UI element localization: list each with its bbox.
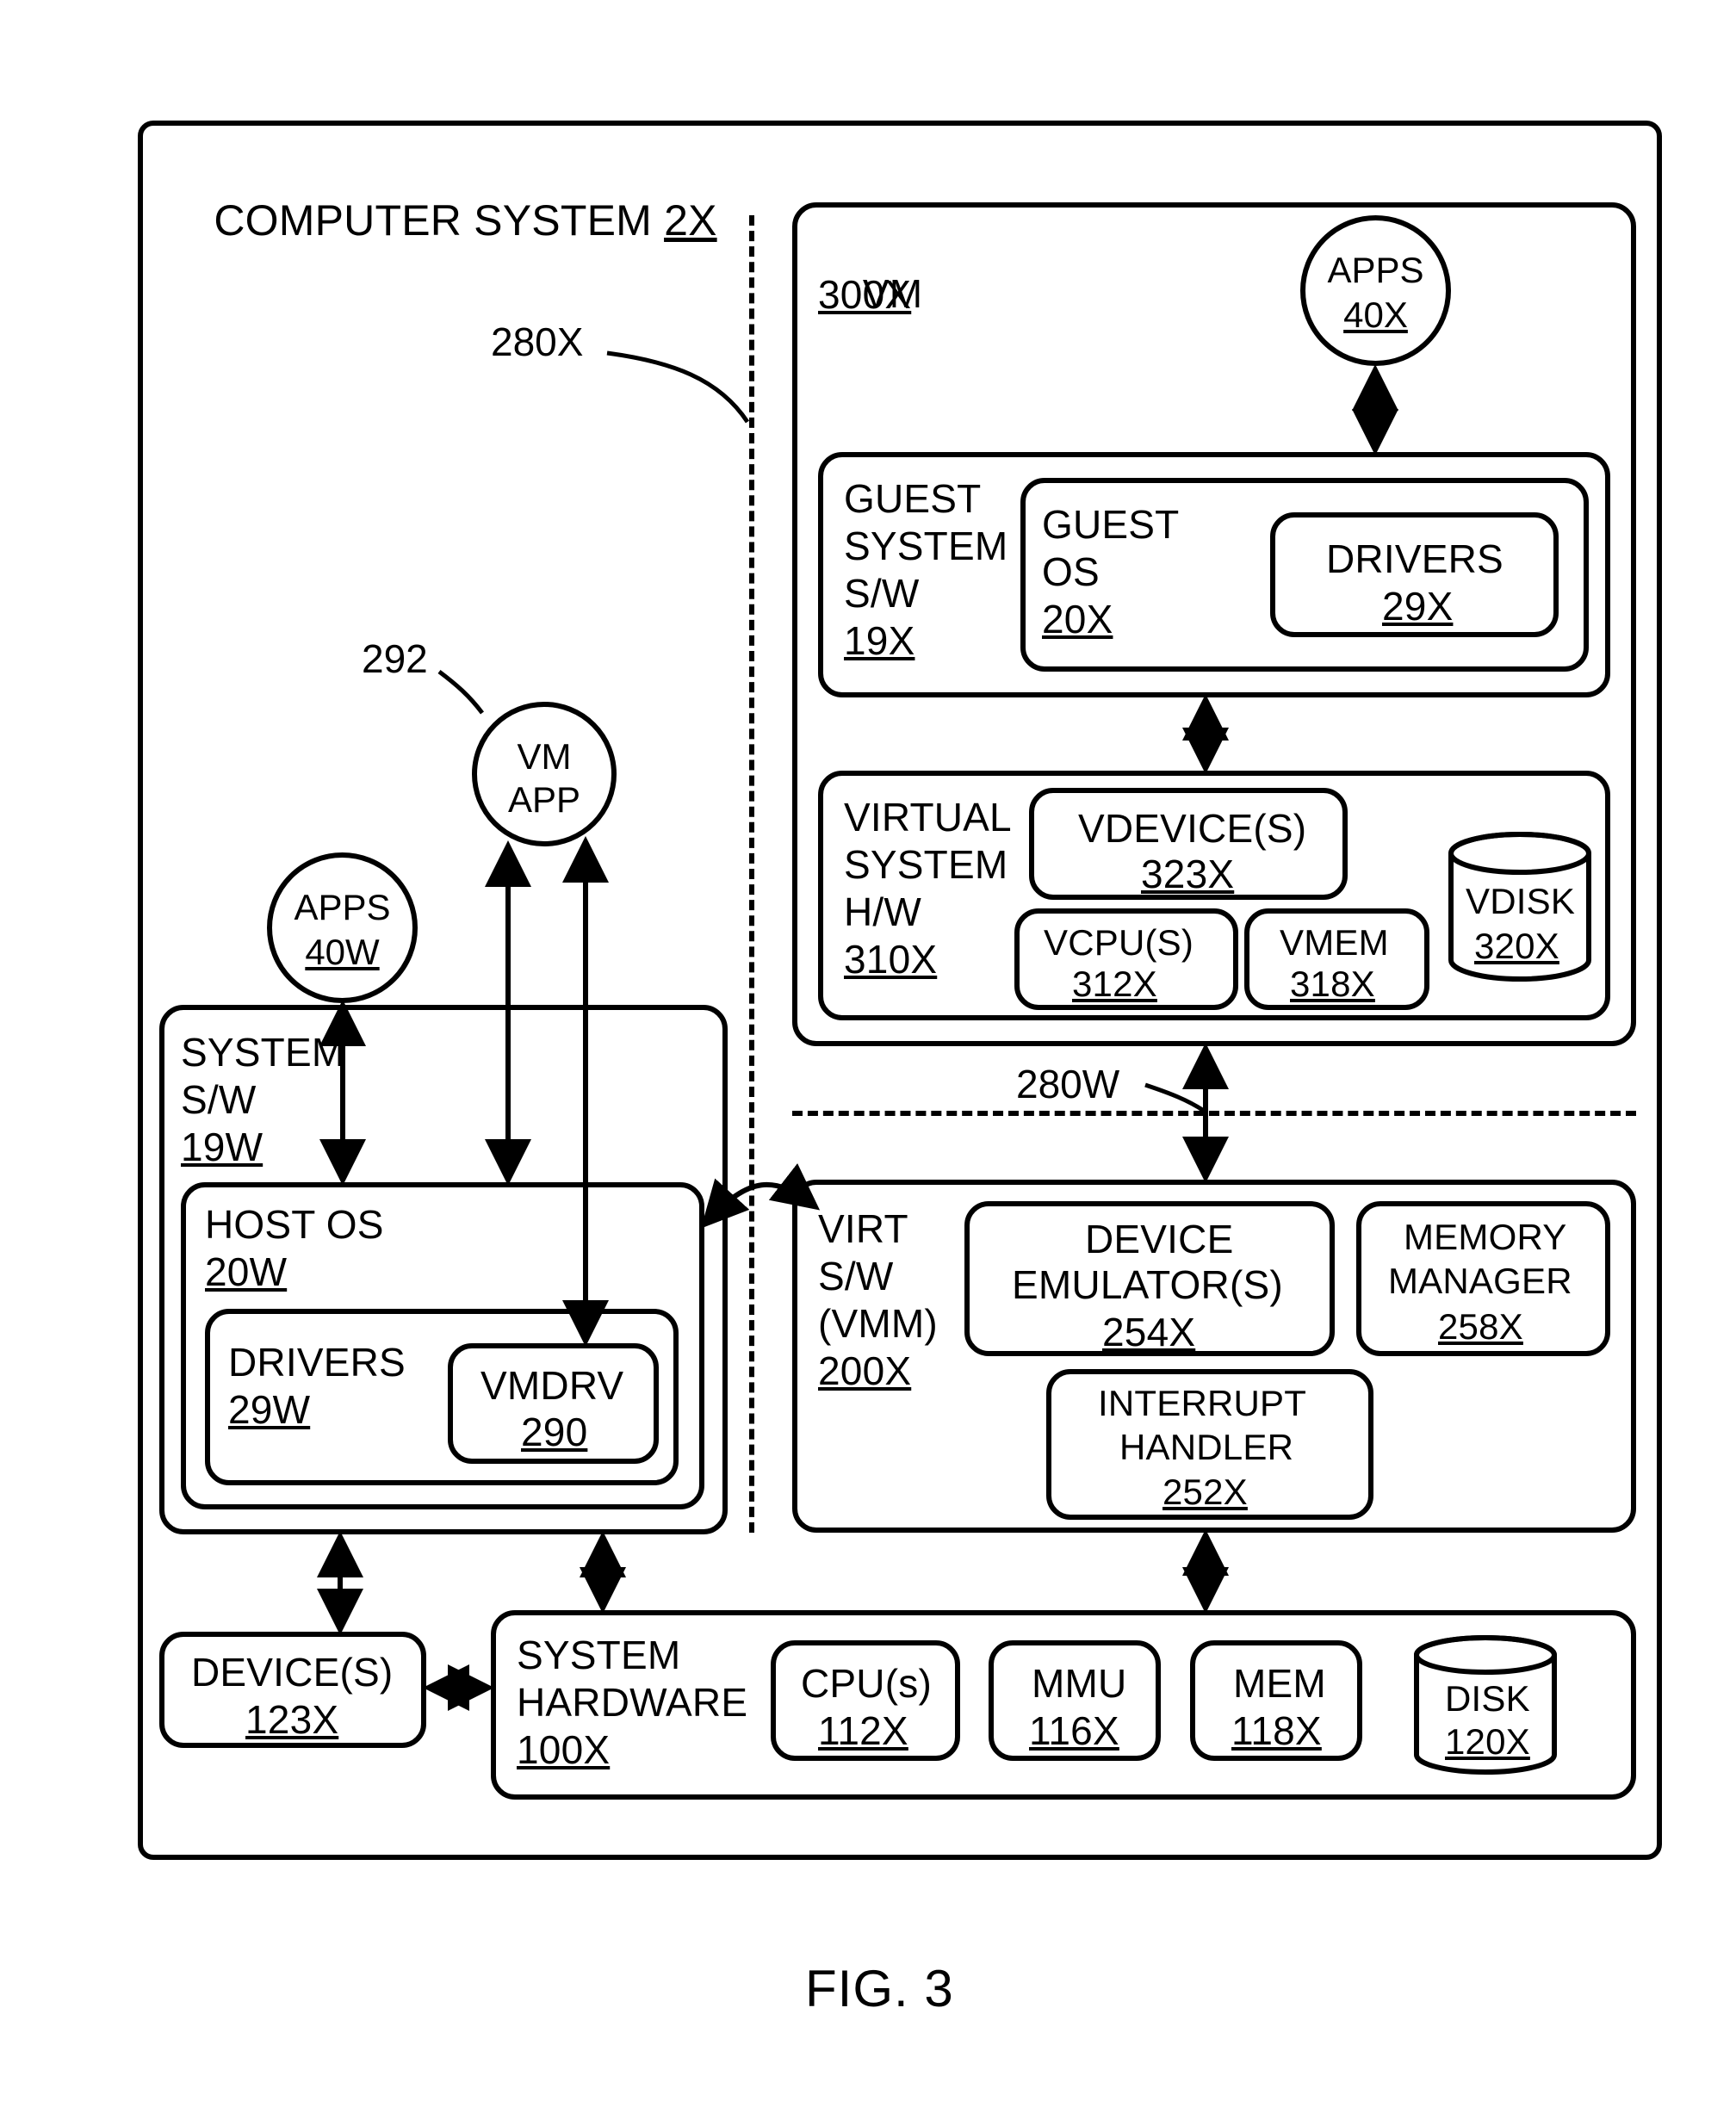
mmu-l1: MMU: [1032, 1660, 1126, 1707]
guest-os-ref: 20X: [1042, 596, 1113, 642]
syshw-l2: HARDWARE: [517, 1679, 747, 1726]
vmm-ref: 200X: [818, 1348, 911, 1394]
vdisk-l1: VDISK: [1466, 880, 1575, 923]
apps-40x-ref: 40X: [1305, 294, 1446, 336]
disk-ref: 120X: [1445, 1720, 1530, 1763]
vmm-l2: S/W: [818, 1253, 893, 1299]
drivers-29w-l1: DRIVERS: [228, 1339, 406, 1385]
hostos-l1: HOST OS: [205, 1201, 384, 1248]
horizontal-divider-280w: [792, 1111, 1636, 1116]
hostos-ref: 20W: [205, 1249, 287, 1295]
mem-ref: 118X: [1231, 1707, 1322, 1754]
inth-l2: HANDLER: [1119, 1426, 1293, 1469]
inth-ref: 252X: [1162, 1471, 1248, 1514]
vmapp-l1: VM: [477, 736, 611, 778]
disk-l1: DISK: [1445, 1677, 1530, 1720]
cpus-l1: CPU(s): [801, 1660, 932, 1707]
vhw-l2: SYSTEM: [844, 841, 1008, 888]
vcpus-l1: VCPU(S): [1044, 921, 1194, 964]
guest-sw-l2: SYSTEM: [844, 523, 1008, 569]
computer-system-title: COMPUTER SYSTEM 2X: [165, 145, 717, 297]
callout-280w: 280W: [1016, 1061, 1119, 1107]
mem-l1: MEM: [1233, 1660, 1326, 1707]
guest-os-l1: GUEST: [1042, 501, 1179, 548]
mmu-ref: 116X: [1029, 1707, 1119, 1754]
figure-caption: FIG. 3: [805, 1959, 954, 2018]
syshw-l1: SYSTEM: [517, 1632, 680, 1678]
drivers-29x-ref: 29X: [1382, 583, 1453, 629]
devemu-ref: 254X: [1102, 1309, 1195, 1355]
vmapp-l2: APP: [477, 779, 611, 821]
inth-l1: INTERRUPT: [1098, 1382, 1306, 1425]
vm-ref: 300X: [818, 271, 911, 318]
computer-system-ref: 2X: [664, 196, 717, 245]
guest-sw-ref: 19X: [844, 617, 914, 664]
vmm-l1: VIRT: [818, 1205, 908, 1252]
cpus-ref: 112X: [818, 1707, 908, 1754]
vhw-ref: 310X: [844, 936, 937, 982]
vdisk-ref: 320X: [1474, 925, 1559, 968]
apps-40x-circle: APPS 40X: [1300, 215, 1451, 366]
devices-ref: 123X: [245, 1696, 338, 1743]
devices-l1: DEVICE(S): [191, 1649, 393, 1695]
devemu-l1: DEVICE: [1085, 1216, 1233, 1262]
sys-sw-l2: S/W: [181, 1076, 256, 1123]
vcpus-ref: 312X: [1072, 963, 1157, 1006]
memmgr-ref: 258X: [1438, 1305, 1523, 1348]
vdevices-l1: VDEVICE(S): [1078, 805, 1306, 852]
vm-app-circle: VM APP: [472, 702, 617, 846]
vhw-l3: H/W: [844, 889, 921, 935]
apps-40w-ref: 40W: [272, 932, 412, 973]
guest-sw-l1: GUEST: [844, 475, 981, 522]
vdevices-ref: 323X: [1141, 851, 1234, 897]
guest-sw-l3: S/W: [844, 570, 919, 617]
syshw-ref: 100X: [517, 1726, 610, 1773]
vmm-l3: (VMM): [818, 1300, 938, 1347]
apps-40w-circle: APPS 40W: [267, 852, 418, 1003]
vmem-l1: VMEM: [1280, 921, 1389, 964]
memmgr-l2: MANAGER: [1388, 1260, 1572, 1303]
computer-system-label: COMPUTER SYSTEM: [214, 196, 652, 245]
vmdrv-l1: VMDRV: [480, 1362, 623, 1409]
memmgr-l1: MEMORY: [1404, 1216, 1566, 1259]
vhw-l1: VIRTUAL: [844, 794, 1012, 840]
drivers-29w-ref: 29W: [228, 1386, 310, 1433]
apps-40x-label: APPS: [1305, 250, 1446, 291]
sys-sw-ref: 19W: [181, 1124, 263, 1170]
vertical-divider: [749, 215, 754, 1533]
guest-os-l2: OS: [1042, 548, 1100, 595]
callout-292: 292: [362, 635, 428, 682]
devemu-l2: EMULATOR(S): [1012, 1261, 1283, 1308]
vmdrv-ref: 290: [521, 1409, 587, 1455]
vmem-ref: 318X: [1290, 963, 1375, 1006]
sys-sw-l1: SYSTEM: [181, 1029, 344, 1075]
callout-280x: 280X: [491, 319, 583, 365]
apps-40w-label: APPS: [272, 887, 412, 928]
drivers-29x-l1: DRIVERS: [1326, 536, 1504, 582]
